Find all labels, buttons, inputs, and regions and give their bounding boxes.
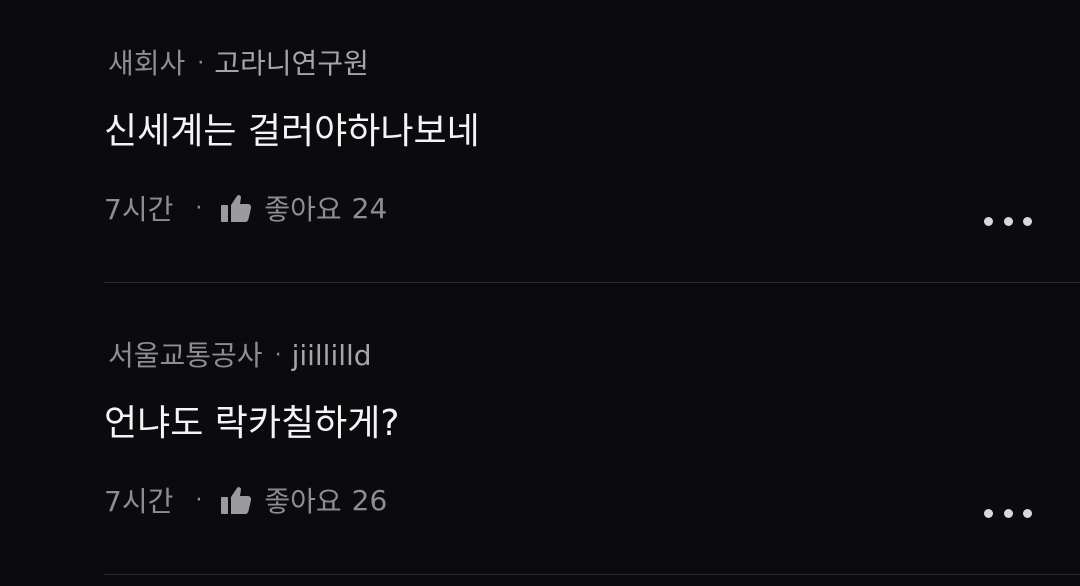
thumbs-up-icon [220, 485, 252, 515]
comment-time: 7시간 [104, 485, 174, 518]
author-name[interactable]: 고라니연구원 [214, 47, 369, 80]
thumbs-up-icon [220, 193, 252, 223]
author-group: 새회사 [108, 47, 186, 80]
like-label: 좋아요 [264, 485, 342, 518]
like-label: 좋아요 [264, 193, 342, 226]
more-dot [1023, 216, 1032, 226]
like-button[interactable]: 좋아요 24 [220, 188, 387, 228]
author-name[interactable]: jiillilld [292, 339, 372, 372]
more-dot [1023, 508, 1032, 518]
comment-meta: 서울교통공사 · jiillilld [108, 336, 372, 376]
more-options-button[interactable] [984, 498, 1032, 528]
comment-time: 7시간 [104, 193, 174, 226]
author-group: 서울교통공사 [108, 339, 263, 372]
like-count: 26 [351, 483, 388, 517]
more-dot [1003, 508, 1013, 518]
comment-footer: 7시간 · 좋아요 26 [104, 480, 387, 520]
meta-separator: · [274, 343, 282, 368]
like-count: 24 [351, 191, 388, 225]
like-button[interactable]: 좋아요 26 [220, 480, 387, 520]
comment-item: 새회사 · 고라니연구원 신세계는 걸러야하나보네 7시간 · 좋아요 24 [0, 0, 1080, 292]
comment-item: 서울교통공사 · jiillilld 언냐도 락카칠하게? 7시간 · 좋아요 26 [0, 292, 1080, 584]
comment-meta: 새회사 · 고라니연구원 [108, 44, 369, 84]
divider [104, 574, 1080, 575]
more-options-button[interactable] [984, 206, 1032, 236]
comment-text: 언냐도 락카칠하게? [104, 403, 400, 444]
footer-separator: · [195, 487, 203, 513]
more-horizontal-icon [984, 508, 993, 518]
more-horizontal-icon [984, 216, 993, 226]
footer-separator: · [195, 195, 203, 221]
comment-text: 신세계는 걸러야하나보네 [104, 111, 480, 152]
meta-separator: · [197, 51, 205, 76]
divider [104, 282, 1080, 283]
comment-footer: 7시간 · 좋아요 24 [104, 188, 387, 228]
more-dot [1003, 216, 1013, 226]
